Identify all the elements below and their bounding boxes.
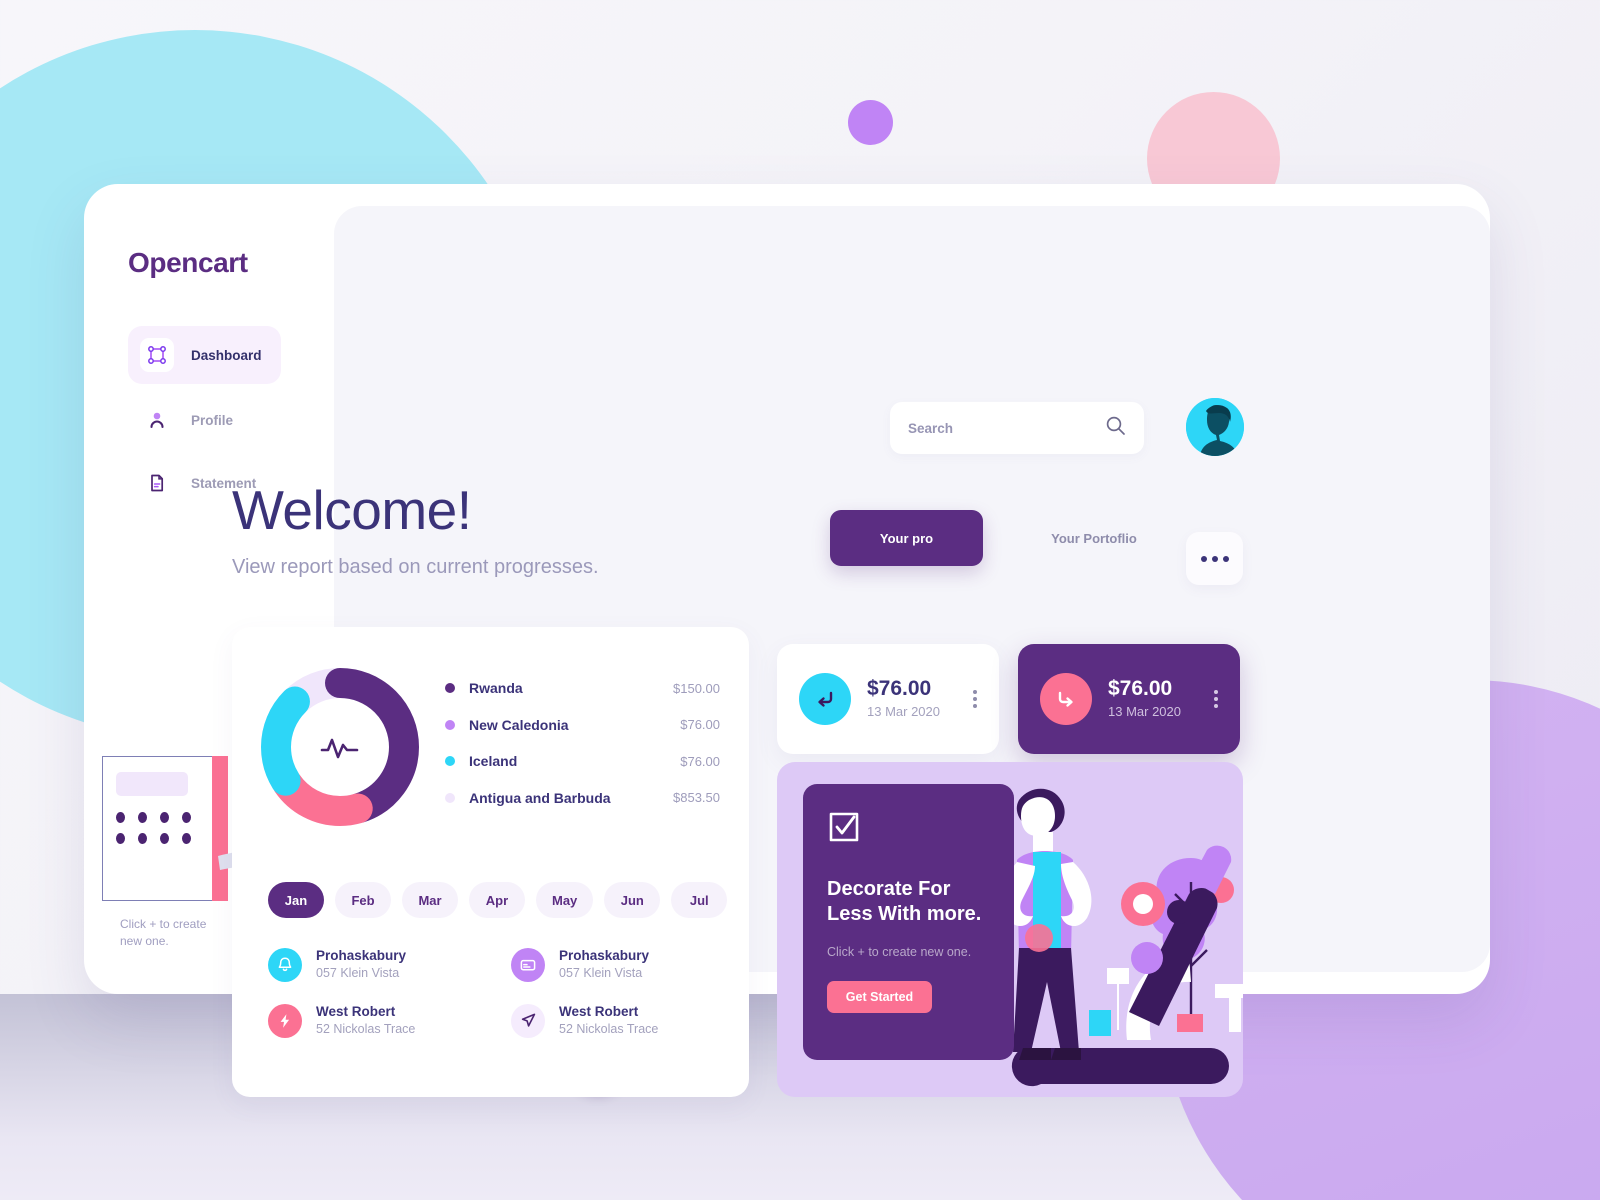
legend-value: $76.00 <box>680 717 720 733</box>
arrow-outgoing-icon <box>1040 673 1092 725</box>
contact-address: 52 Nickolas Trace <box>559 1022 659 1036</box>
contact-name: West Robert <box>316 1004 396 1019</box>
contact-name: West Robert <box>559 1004 639 1019</box>
illustration-placeholder-bar <box>116 772 188 796</box>
background-circle-violet-small <box>848 100 893 145</box>
legend-label: Iceland <box>469 753 518 770</box>
legend-item: Antigua and Barbuda $853.50 <box>445 780 720 817</box>
list-item[interactable]: West Robert 52 Nickolas Trace <box>511 1003 716 1038</box>
illustration-dot <box>116 812 125 823</box>
checkbox-icon <box>827 812 861 848</box>
illustration-dot <box>160 812 169 823</box>
sidebar-item-dashboard[interactable]: Dashboard <box>128 326 281 384</box>
legend-label: New Caledonia <box>469 716 569 733</box>
month-tab-mar[interactable]: Mar <box>402 882 458 918</box>
month-tab-feb[interactable]: Feb <box>335 882 391 918</box>
month-tab-jan[interactable]: Jan <box>268 882 324 918</box>
month-tab-may[interactable]: May <box>536 882 594 918</box>
legend-item: New Caledonia $76.00 <box>445 707 720 744</box>
sidebar-item-label: Profile <box>191 412 234 428</box>
legend-value: $76.00 <box>680 753 720 769</box>
legend-color-swatch <box>445 792 455 803</box>
contact-list: Prohaskabury 057 Klein Vista Prohaskabur… <box>268 947 720 1038</box>
avatar[interactable] <box>1186 398 1244 456</box>
ellipsis-icon <box>1200 555 1229 562</box>
illustration-dot <box>182 833 191 844</box>
list-item[interactable]: Prohaskabury 057 Klein Vista <box>511 947 716 982</box>
page-title: Welcome! <box>232 479 472 541</box>
card-icon <box>511 947 545 982</box>
illustration-dot <box>116 833 125 844</box>
arrow-incoming-icon <box>799 673 851 725</box>
more-options-button[interactable] <box>1186 532 1243 585</box>
legend-label: Rwanda <box>469 680 523 697</box>
legend-value: $853.50 <box>673 790 720 806</box>
document-icon <box>140 466 174 500</box>
chart-legend: Rwanda $150.00 New Caledonia $76.00 Icel… <box>445 670 720 816</box>
legend-item: Rwanda $150.00 <box>445 670 720 707</box>
bell-icon <box>268 947 302 982</box>
page-subtitle: View report based on current progresses. <box>232 556 599 578</box>
search-icon[interactable] <box>1105 415 1126 441</box>
illustration-dot <box>138 833 147 844</box>
legend-color-swatch <box>445 719 455 730</box>
legend-color-swatch <box>445 683 455 694</box>
transaction-date: 13 Mar 2020 <box>1108 704 1181 719</box>
donut-chart <box>260 667 420 827</box>
pulse-icon <box>260 667 420 827</box>
send-icon <box>511 1003 545 1038</box>
search-bar[interactable] <box>890 402 1144 454</box>
transaction-card-incoming[interactable]: $76.00 13 Mar 2020 <box>777 644 999 754</box>
search-input[interactable] <box>908 420 1105 436</box>
sidebar-item-label: Dashboard <box>191 347 262 363</box>
transaction-menu-icon[interactable] <box>1214 690 1218 708</box>
transaction-amount: $76.00 <box>1108 677 1173 700</box>
your-portfolio-button[interactable]: Your Portoflio <box>1024 510 1164 566</box>
illustration-caption: Click + to create new one. <box>120 917 207 948</box>
contact-address: 057 Klein Vista <box>316 966 400 980</box>
list-item[interactable]: Prohaskabury 057 Klein Vista <box>268 947 473 982</box>
month-tabs: Jan Feb Mar Apr May Jun Jul <box>268 882 728 918</box>
your-pro-button[interactable]: Your pro <box>830 510 983 566</box>
illustration-dot <box>182 812 191 823</box>
get-started-button[interactable]: Get Started <box>827 981 932 1013</box>
illustration-dot <box>160 833 169 844</box>
month-tab-apr[interactable]: Apr <box>469 882 525 918</box>
artboard-icon <box>140 338 174 372</box>
promo-card: Decorate For Less With more. Click + to … <box>777 762 1243 1097</box>
statistics-card: Rwanda $150.00 New Caledonia $76.00 Icel… <box>232 627 749 1097</box>
sidebar-item-profile[interactable]: Profile <box>128 391 281 449</box>
list-item[interactable]: West Robert 52 Nickolas Trace <box>268 1003 473 1038</box>
legend-label: Antigua and Barbuda <box>469 789 611 806</box>
legend-value: $150.00 <box>673 680 720 696</box>
illustration-dot <box>138 812 147 823</box>
contact-address: 057 Klein Vista <box>559 966 643 980</box>
legend-item: Iceland $76.00 <box>445 743 720 780</box>
contact-name: Prohaskabury <box>559 948 650 963</box>
transaction-amount: $76.00 <box>867 677 932 700</box>
brand-logo: Opencart <box>128 247 248 278</box>
transaction-date: 13 Mar 2020 <box>867 704 940 719</box>
month-tab-jul[interactable]: Jul <box>671 882 728 918</box>
transaction-card-outgoing[interactable]: $76.00 13 Mar 2020 <box>1018 644 1240 754</box>
device-frame: Opencart Dashboard Profile Statement Cli… <box>84 184 1490 1097</box>
legend-color-swatch <box>445 756 455 767</box>
contact-address: 52 Nickolas Trace <box>316 1022 416 1036</box>
promo-inner-card: Decorate For Less With more. Click + to … <box>803 784 1014 1060</box>
promo-subtext: Click + to create new one. <box>827 945 972 959</box>
user-icon <box>140 403 174 437</box>
promo-illustration <box>1002 788 1243 1087</box>
transaction-menu-icon[interactable] <box>973 690 977 708</box>
month-tab-jun[interactable]: Jun <box>604 882 661 918</box>
contact-name: Prohaskabury <box>316 948 407 963</box>
promo-headline: Decorate For Less With more. <box>827 878 982 925</box>
bolt-icon <box>268 1003 302 1038</box>
